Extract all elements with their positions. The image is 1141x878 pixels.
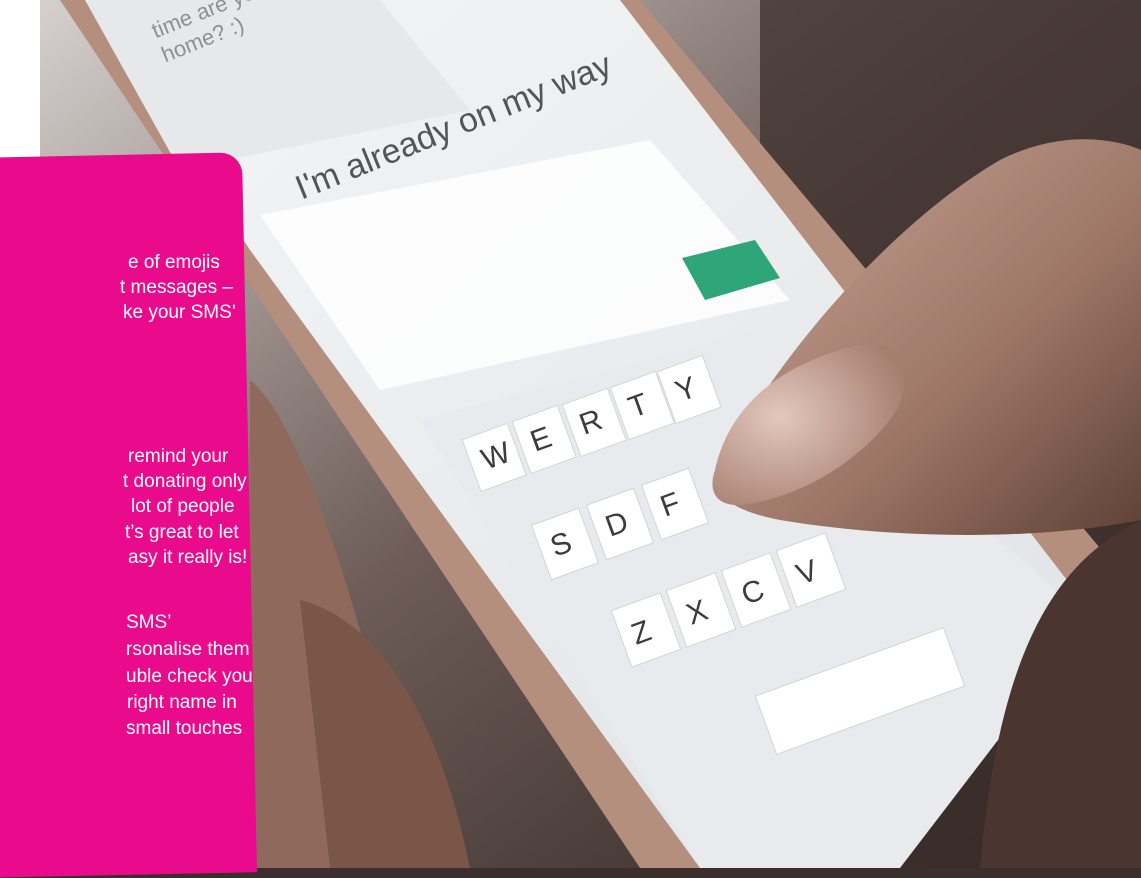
- key-v: V: [792, 554, 822, 592]
- tip-line: lot of people: [131, 496, 235, 517]
- key-f: F: [656, 486, 685, 523]
- key-x: X: [682, 594, 712, 632]
- key-t: T: [624, 387, 653, 424]
- key-z: Z: [627, 614, 656, 651]
- tip-line: right name in: [127, 692, 237, 713]
- key-c: C: [737, 573, 769, 611]
- tip-line: t donating only: [123, 471, 247, 492]
- tip-line: SMS’: [126, 612, 172, 633]
- tip-line: ke your SMS’: [123, 302, 236, 323]
- tip-line: rsonalise them: [126, 639, 250, 660]
- tips-card-text: e of emojis t messages – ke your SMS’ re…: [0, 0, 253, 868]
- key-w: W: [477, 436, 516, 477]
- key-y: Y: [671, 371, 701, 409]
- tip-line: e of emojis: [128, 252, 220, 273]
- tip-line: small touches: [126, 718, 243, 739]
- tip-line: asy it really is!: [128, 547, 248, 568]
- key-e: E: [526, 421, 556, 459]
- key-s: S: [546, 526, 576, 564]
- key-r: R: [575, 403, 607, 441]
- tip-line: remind your: [128, 446, 229, 467]
- key-d: D: [601, 505, 633, 543]
- tip-line: t messages –: [120, 277, 233, 298]
- tip-line: uble check you: [126, 666, 253, 687]
- tip-line: t’s great to let: [125, 522, 239, 543]
